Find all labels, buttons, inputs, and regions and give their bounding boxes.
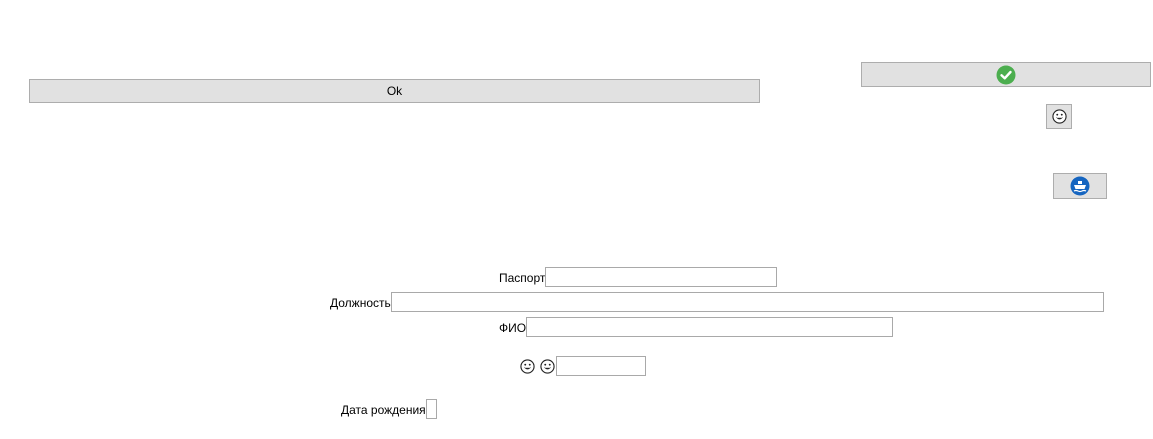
emoji-field[interactable] bbox=[556, 356, 646, 376]
checkmark-icon bbox=[996, 65, 1016, 85]
ok-button[interactable]: Ok bbox=[29, 79, 760, 103]
position-label: Должность bbox=[330, 296, 391, 310]
grinning-face-icon bbox=[1051, 109, 1067, 124]
ship-icon bbox=[1070, 176, 1090, 196]
confirm-button[interactable] bbox=[861, 62, 1151, 87]
birthdate-label: Дата рождения bbox=[341, 403, 426, 417]
birthdate-field[interactable] bbox=[426, 399, 437, 419]
fullname-label: ФИО bbox=[499, 321, 527, 335]
fullname-field[interactable] bbox=[526, 317, 893, 337]
passport-field[interactable] bbox=[545, 267, 777, 287]
grinning-face-icon bbox=[540, 359, 555, 374]
grinning-face-icon bbox=[520, 359, 535, 374]
passport-label: Паспорт bbox=[499, 271, 546, 285]
position-field[interactable] bbox=[391, 292, 1104, 312]
ship-button[interactable] bbox=[1053, 173, 1107, 199]
ok-button-label: Ok bbox=[386, 84, 403, 98]
emoji-button[interactable] bbox=[1046, 104, 1072, 129]
